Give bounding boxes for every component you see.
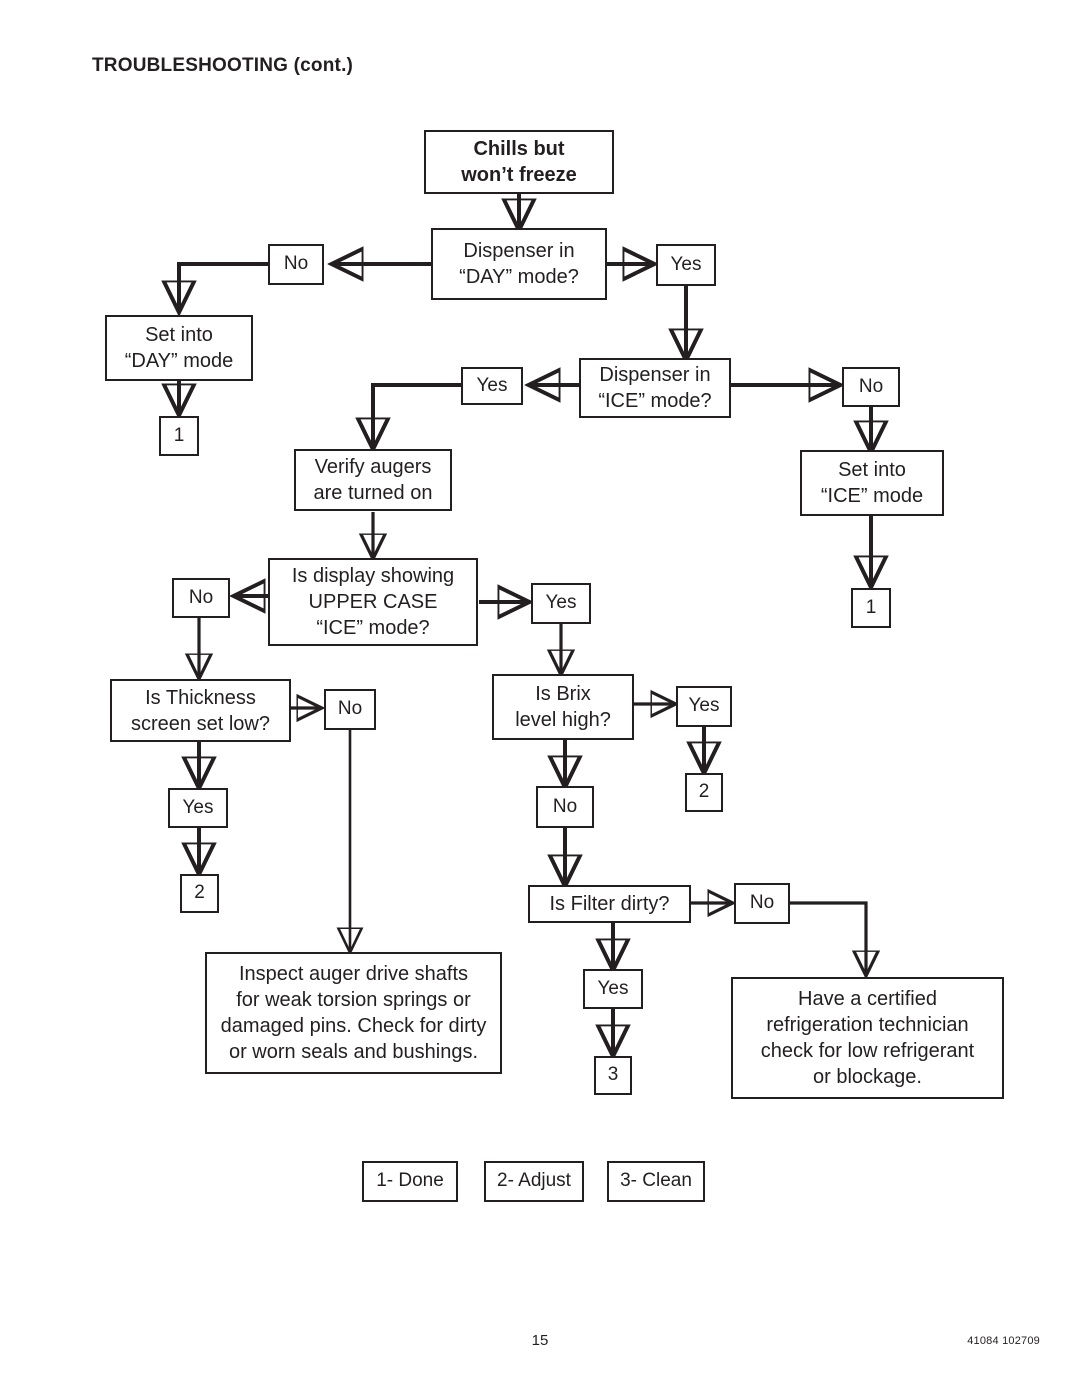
node-brix-yes: Yes: [676, 686, 732, 727]
node-ice-mode-no-label: No: [858, 375, 884, 397]
node-inspect-auger-drive-shafts: Inspect auger drive shafts for weak tors…: [205, 952, 502, 1074]
node-ice-mode-no: No: [842, 367, 900, 407]
node-set-day-mode: Set into “DAY” mode: [105, 315, 253, 381]
node-question-ice-mode-label: Dispenser in “ICE” mode?: [598, 364, 712, 412]
node-terminal-filter-3: 3: [594, 1056, 632, 1095]
node-question-day-mode: Dispenser in “DAY” mode?: [431, 228, 607, 300]
node-set-ice-mode-label: Set into “ICE” mode: [820, 459, 924, 507]
node-start: Chills but won’t freeze: [424, 130, 614, 194]
node-day-mode-yes: Yes: [656, 244, 716, 286]
node-start-label: Chills but won’t freeze: [461, 138, 577, 186]
node-certified-technician-label: Have a certified refrigeration technicia…: [760, 988, 975, 1088]
node-thickness-no: No: [324, 689, 376, 730]
node-filter-no: No: [734, 883, 790, 924]
node-terminal-day-1-label: 1: [173, 424, 185, 446]
footer-document-code: 41084 102709: [967, 1335, 1040, 1347]
node-certified-technician: Have a certified refrigeration technicia…: [731, 977, 1004, 1099]
document-page: TROUBLESHOOTING (cont.) Chills but won’t…: [0, 0, 1080, 1397]
legend-item-clean: 3- Clean: [607, 1161, 705, 1202]
node-terminal-thickness-2: 2: [180, 874, 219, 913]
node-display-yes-label: Yes: [545, 592, 577, 614]
node-display-yes: Yes: [531, 583, 591, 624]
node-terminal-day-1: 1: [159, 416, 199, 456]
node-terminal-thickness-2-label: 2: [194, 882, 205, 904]
node-terminal-ice-1-label: 1: [865, 596, 877, 618]
page-title: TROUBLESHOOTING (cont.): [92, 55, 354, 76]
node-thickness-yes-label: Yes: [182, 796, 214, 818]
node-question-display-label: Is display showing UPPER CASE “ICE” mode…: [291, 565, 455, 639]
node-question-filter: Is Filter dirty?: [528, 885, 691, 923]
legend-item-adjust: 2- Adjust: [484, 1161, 584, 1202]
node-filter-no-label: No: [749, 892, 775, 914]
node-day-mode-no-label: No: [283, 253, 309, 275]
node-display-no-label: No: [188, 586, 214, 608]
legend-item-adjust-label: 2- Adjust: [497, 1170, 571, 1192]
node-question-filter-label: Is Filter dirty?: [549, 893, 670, 915]
node-brix-no-label: No: [552, 795, 578, 817]
node-question-brix: Is Brix level high?: [492, 674, 634, 740]
node-question-day-mode-label: Dispenser in “DAY” mode?: [459, 240, 579, 288]
node-terminal-ice-1: 1: [851, 588, 891, 628]
node-terminal-brix-2-label: 2: [698, 781, 710, 803]
node-ice-mode-yes: Yes: [461, 367, 523, 405]
node-filter-yes-label: Yes: [597, 977, 629, 999]
node-day-mode-yes-label: Yes: [670, 253, 702, 275]
node-brix-yes-label: Yes: [688, 695, 720, 717]
legend-item-clean-label: 3- Clean: [620, 1170, 692, 1192]
node-terminal-filter-3-label: 3: [607, 1064, 619, 1086]
node-set-ice-mode: Set into “ICE” mode: [800, 450, 944, 516]
node-day-mode-no: No: [268, 244, 324, 285]
node-display-no: No: [172, 578, 230, 618]
legend-item-done: 1- Done: [362, 1161, 458, 1202]
node-question-ice-mode: Dispenser in “ICE” mode?: [579, 358, 731, 418]
node-question-display: Is display showing UPPER CASE “ICE” mode…: [268, 558, 478, 646]
node-set-day-mode-label: Set into “DAY” mode: [124, 324, 234, 372]
footer-page-number: 15: [531, 1332, 549, 1349]
node-question-thickness-label: Is Thickness screen set low?: [131, 686, 270, 735]
node-terminal-brix-2: 2: [685, 773, 723, 812]
node-verify-augers: Verify augers are turned on: [294, 449, 452, 511]
node-verify-augers-label: Verify augers are turned on: [313, 456, 433, 504]
node-thickness-yes: Yes: [168, 788, 228, 828]
node-filter-yes: Yes: [583, 969, 643, 1009]
node-brix-no: No: [536, 786, 594, 828]
legend-item-done-label: 1- Done: [376, 1170, 444, 1192]
node-question-brix-label: Is Brix level high?: [515, 683, 611, 731]
node-thickness-no-label: No: [337, 698, 363, 720]
node-inspect-auger-drive-shafts-label: Inspect auger drive shafts for weak tors…: [220, 963, 487, 1063]
node-question-thickness: Is Thickness screen set low?: [110, 679, 291, 742]
node-ice-mode-yes-label: Yes: [476, 374, 508, 396]
